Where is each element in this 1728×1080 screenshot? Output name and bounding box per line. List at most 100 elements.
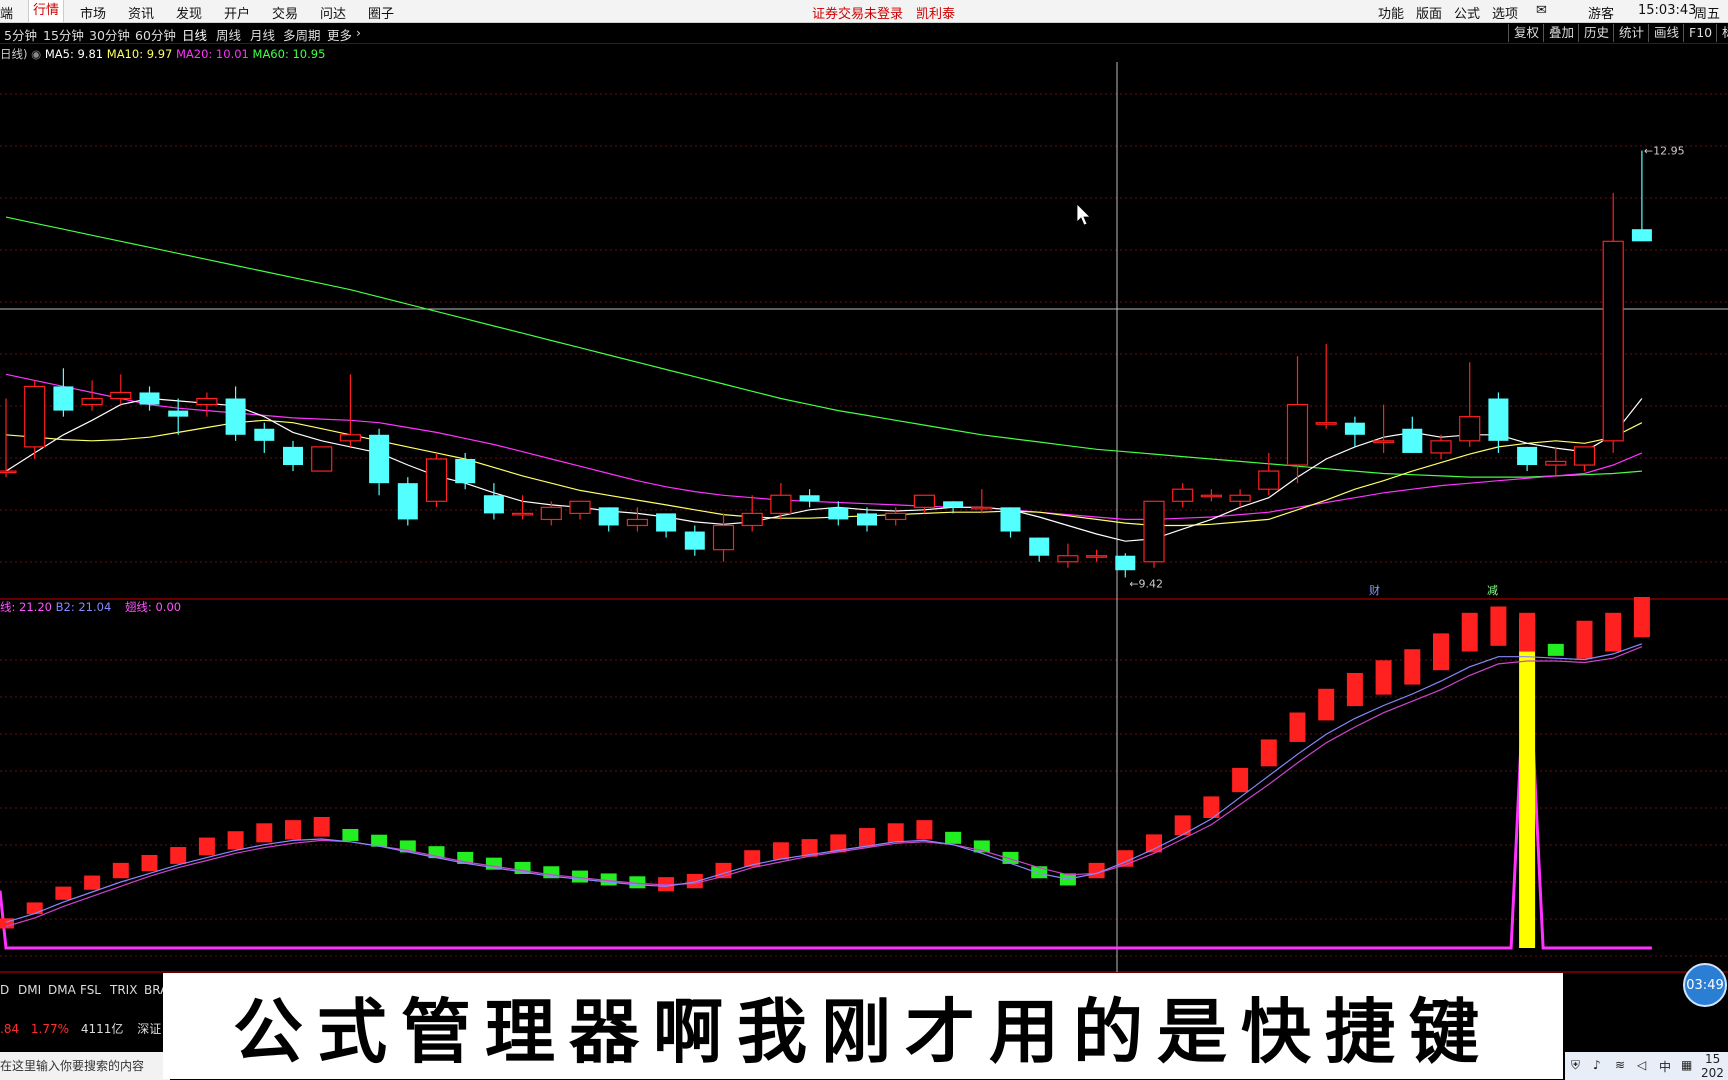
indicator-bar bbox=[141, 854, 158, 872]
menu-item-open-account[interactable]: 开户 bbox=[224, 3, 250, 22]
ma60-value: MA60: 10.95 bbox=[252, 47, 326, 61]
tool-mark[interactable]: 标 bbox=[1716, 24, 1728, 42]
trade-login-status[interactable]: 证券交易未登录 bbox=[812, 3, 903, 22]
system-tray: ⛨ ♪ ≋ ◁ 中 ▦ 15 202 bbox=[1565, 1052, 1728, 1080]
menu-item-terminal[interactable]: 端 bbox=[0, 3, 13, 22]
recording-timer[interactable]: 03:49 bbox=[1683, 963, 1727, 1007]
chevron-right-icon[interactable]: › bbox=[356, 25, 361, 40]
indicator-line-b2 bbox=[5, 646, 1643, 928]
indicator-bar bbox=[1404, 649, 1421, 685]
indicator-bar bbox=[1490, 606, 1507, 646]
candle-body bbox=[1258, 470, 1280, 490]
indicator-bar bbox=[0, 918, 14, 929]
candle-body bbox=[684, 531, 705, 550]
candle-body bbox=[913, 494, 936, 508]
ime-indicator[interactable]: 中 bbox=[1659, 1058, 1671, 1075]
kline-chart[interactable]: ←12.95 ←9.42 财 减 bbox=[0, 62, 1728, 980]
tab-indicator-fsl[interactable]: FSL bbox=[80, 983, 101, 997]
top-menu-bar: 端 行情 市场 资讯 发现 开户 交易 问达 圈子 证券交易未登录 凯利泰 功能… bbox=[0, 0, 1728, 23]
candle-body bbox=[511, 512, 534, 516]
menu-item-discover[interactable]: 发现 bbox=[176, 3, 202, 22]
menu-item-guest[interactable]: 游客 bbox=[1588, 3, 1614, 22]
tab-indicator-trix[interactable]: TRIX bbox=[110, 983, 137, 997]
period-15min[interactable]: 15分钟 bbox=[43, 25, 84, 44]
candle-body bbox=[1631, 229, 1652, 242]
menu-item-quotes[interactable]: 行情 bbox=[28, 0, 65, 22]
indicator-bar bbox=[1375, 660, 1392, 695]
indicator-bar bbox=[916, 820, 933, 840]
tool-overlay[interactable]: 叠加 bbox=[1543, 24, 1579, 42]
menu-item-function[interactable]: 功能 bbox=[1378, 3, 1404, 22]
indicator-bar bbox=[285, 820, 301, 840]
candle-body bbox=[943, 501, 964, 508]
tab-indicator-dmi[interactable]: DMI bbox=[18, 983, 41, 997]
period-weekly[interactable]: 周线 bbox=[216, 25, 241, 44]
indicator-line-1 bbox=[5, 643, 1643, 923]
recording-timer-text: 03:49 bbox=[1686, 977, 1724, 993]
mail-icon[interactable]: ✉ bbox=[1536, 3, 1547, 18]
menu-item-layout[interactable]: 版面 bbox=[1416, 3, 1442, 22]
tool-f10[interactable]: F10 bbox=[1683, 24, 1717, 42]
indicator-bar bbox=[1576, 620, 1593, 659]
indicator-bar bbox=[342, 828, 359, 841]
tool-history[interactable]: 历史 bbox=[1578, 24, 1614, 42]
indicator-bar bbox=[1605, 612, 1622, 652]
menu-item-news[interactable]: 资讯 bbox=[128, 3, 154, 22]
shield-icon[interactable]: ⛨ bbox=[1571, 1058, 1580, 1073]
mic-icon[interactable]: ♪ bbox=[1593, 1058, 1601, 1072]
volume-icon[interactable]: ◁ bbox=[1637, 1058, 1646, 1072]
ma60-line bbox=[5, 216, 1642, 478]
indicator-bar bbox=[198, 837, 215, 856]
period-daily[interactable]: 日线 bbox=[182, 25, 207, 44]
candle-body bbox=[1573, 446, 1596, 466]
menu-item-ask[interactable]: 问达 bbox=[320, 3, 346, 22]
candle-body bbox=[712, 524, 735, 551]
candle-body bbox=[311, 446, 333, 472]
period-monthly[interactable]: 月线 bbox=[250, 25, 275, 44]
tool-restore-rights[interactable]: 复权 bbox=[1508, 24, 1544, 42]
menu-item-circle[interactable]: 圈子 bbox=[368, 3, 394, 22]
tool-draw-line[interactable]: 画线 bbox=[1648, 24, 1684, 42]
indicator-bar bbox=[256, 823, 273, 843]
indicator-bar bbox=[859, 828, 875, 847]
tab-indicator-dma[interactable]: DMA bbox=[48, 983, 76, 997]
menu-item-options[interactable]: 选项 bbox=[1492, 3, 1518, 22]
settings-circle-icon[interactable]: ◉ bbox=[31, 47, 41, 61]
indicator-bar bbox=[1433, 633, 1449, 671]
indicator-bar bbox=[887, 823, 904, 843]
video-subtitle-text: 公式管理器啊我刚才用的是快捷键 bbox=[233, 989, 1493, 1073]
event-label-reduce: 减 bbox=[1487, 584, 1498, 597]
period-more[interactable]: 更多 bbox=[327, 25, 352, 44]
candle-body bbox=[1085, 555, 1108, 558]
candle-body bbox=[196, 397, 218, 406]
candle-body bbox=[799, 495, 820, 502]
stock-name: 凯利泰 bbox=[916, 7, 956, 22]
candle-body bbox=[1488, 398, 1509, 441]
price-low-label: ←9.42 bbox=[1129, 577, 1163, 590]
grid-icon[interactable]: ▦ bbox=[1681, 1058, 1692, 1072]
indicator-bar bbox=[1461, 612, 1478, 652]
indicator-bar bbox=[26, 902, 43, 915]
indicator-bar bbox=[1318, 688, 1335, 721]
period-30min[interactable]: 30分钟 bbox=[89, 25, 130, 44]
period-60min[interactable]: 60分钟 bbox=[135, 25, 176, 44]
menu-item-market[interactable]: 市场 bbox=[80, 3, 106, 22]
wing-line bbox=[0, 617, 1652, 950]
candle-body bbox=[971, 506, 993, 510]
period-5min[interactable]: 5分钟 bbox=[4, 25, 37, 44]
shenzhen-label: 深证 bbox=[137, 1022, 162, 1036]
wifi-icon[interactable]: ≋ bbox=[1615, 1058, 1625, 1072]
taskbar-search-placeholder: 在这里输入你要搜索的内容 bbox=[0, 1059, 145, 1073]
menu-item-formula[interactable]: 公式 bbox=[1454, 3, 1480, 22]
price-high-label: ←12.95 bbox=[1644, 145, 1685, 158]
tab-indicator-d[interactable]: D bbox=[0, 983, 9, 997]
indicator-bar bbox=[84, 875, 101, 890]
taskbar-search[interactable]: 在这里输入你要搜索的内容 bbox=[0, 1052, 170, 1080]
tool-statistics[interactable]: 统计 bbox=[1613, 24, 1649, 42]
candle-body bbox=[1344, 422, 1365, 435]
candle-body bbox=[369, 434, 390, 484]
menu-item-trade[interactable]: 交易 bbox=[272, 3, 298, 22]
indicator-bar bbox=[1289, 712, 1306, 742]
period-multi[interactable]: 多周期 bbox=[283, 25, 321, 44]
candle-body bbox=[1286, 403, 1309, 466]
